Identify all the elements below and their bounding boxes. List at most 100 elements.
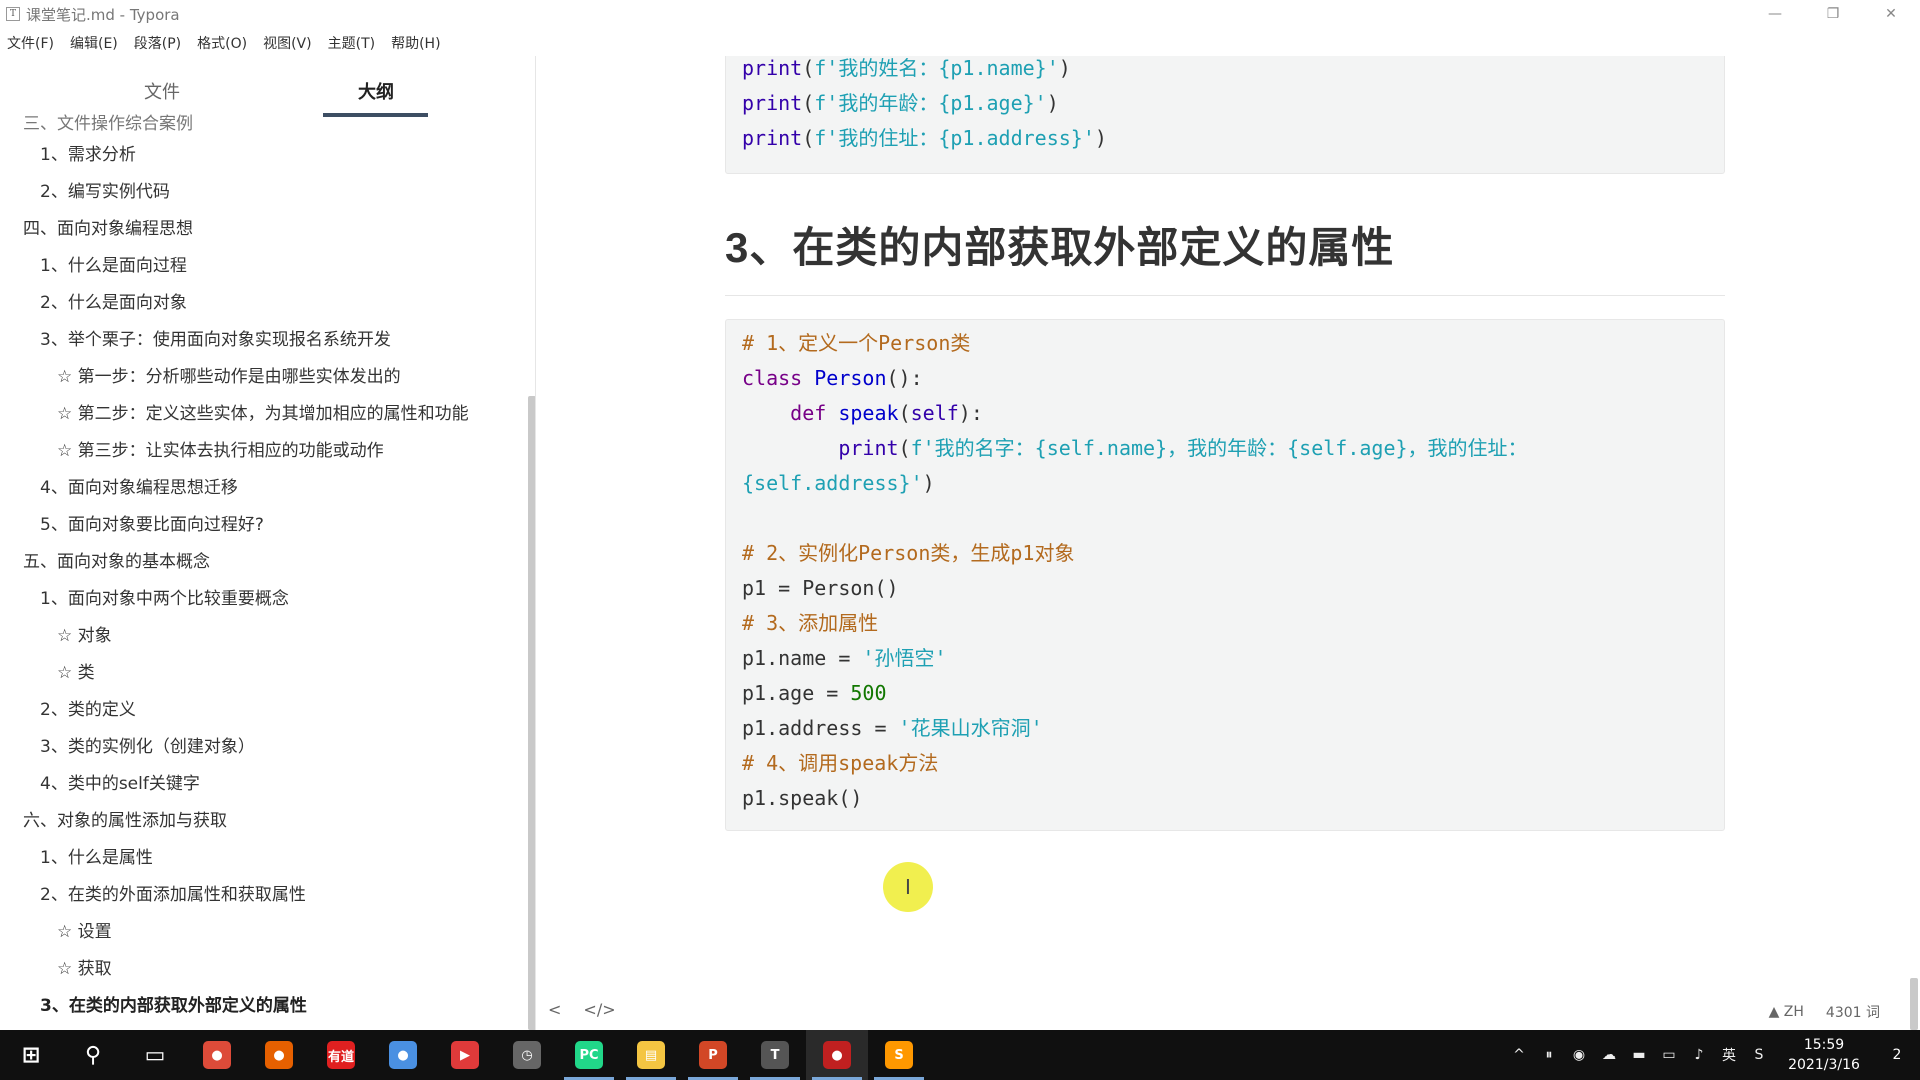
typora-app-icon: T	[6, 7, 20, 21]
outline-item[interactable]: ☆ 第三步：让实体去执行相应的功能或动作	[0, 430, 525, 467]
code-token: )	[1058, 56, 1071, 80]
code-token: f'我的住址：{p1.address}'	[814, 126, 1095, 150]
chrome-icon-glyph: ●	[203, 1041, 231, 1069]
word-count[interactable]: 4301 词	[1826, 1002, 1880, 1022]
outline-item[interactable]: 六、对象的属性添加与获取	[0, 800, 525, 837]
search-icon[interactable]: ⚲	[62, 1030, 124, 1080]
code-line: def speak(self):	[726, 396, 1724, 431]
tray-icon[interactable]: ☁	[1594, 1030, 1624, 1080]
video-app-icon[interactable]: ▶	[434, 1030, 496, 1080]
outline-item[interactable]: 四、面向对象编程思想	[0, 208, 525, 245]
outline-item[interactable]: ☆ 第一步：分析哪些动作是由哪些实体发出的	[0, 356, 525, 393]
code-line: p1 = Person()	[726, 571, 1724, 606]
tray-icon[interactable]: ^	[1504, 1030, 1534, 1080]
menu-help[interactable]: 帮助(H)	[391, 33, 440, 53]
editor-content[interactable]: print(f'我的姓名：{p1.name}') print(f'我的年龄：{p1…	[537, 56, 1920, 1030]
outline-item[interactable]: 2、编写实例代码	[0, 171, 525, 208]
outline-item[interactable]: ☆ 获取	[0, 948, 525, 985]
window-title: 课堂笔记.md - Typora	[26, 5, 180, 24]
source-mode-button[interactable]: </>	[583, 1000, 615, 1019]
menu-edit[interactable]: 编辑(E)	[70, 33, 118, 53]
code-block-print[interactable]: print(f'我的姓名：{p1.name}') print(f'我的年龄：{p1…	[725, 56, 1725, 174]
code-line: p1.speak()	[726, 781, 1724, 816]
browser-icon[interactable]: ●	[372, 1030, 434, 1080]
tray-icon[interactable]: S	[1744, 1030, 1774, 1080]
typora-icon[interactable]: T	[744, 1030, 806, 1080]
tray-icon[interactable]: ▬	[1624, 1030, 1654, 1080]
language-indicator[interactable]: ▲ ZH	[1769, 1004, 1804, 1020]
outline-item[interactable]: 2、类的定义	[0, 689, 525, 726]
code-line: class Person():	[726, 361, 1724, 396]
outline-item[interactable]: 五、面向对象的基本概念	[0, 541, 525, 578]
clock[interactable]: 15:59 2021/3/16	[1774, 1035, 1874, 1075]
pycharm-icon[interactable]: PC	[558, 1030, 620, 1080]
recorder-icon[interactable]: ●	[806, 1030, 868, 1080]
restore-button[interactable]: ❐	[1804, 0, 1862, 28]
outline-item[interactable]: 3、举个栗子：使用面向对象实现报名系统开发	[0, 319, 525, 356]
chrome-icon[interactable]: ●	[186, 1030, 248, 1080]
code-token: p1.address =	[742, 716, 899, 740]
outline-item[interactable]: 1、需求分析	[0, 134, 525, 171]
code-line: print(f'我的住址：{p1.address}')	[726, 121, 1724, 156]
outline-item[interactable]: ☆ 第二步：定义这些实体，为其增加相应的属性和功能	[0, 393, 525, 430]
tab-files[interactable]: 文件	[144, 78, 180, 104]
tray-icon[interactable]: ⏸	[1534, 1030, 1564, 1080]
tray-icon[interactable]: ◉	[1564, 1030, 1594, 1080]
outline-item[interactable]: ☆ 类	[0, 652, 525, 689]
recorder-icon-glyph: ●	[823, 1041, 851, 1069]
system-tray: ^ ⏸ ◉ ☁ ▬ ▭ ♪ 英 S 15:59 2021/3/16 2	[1504, 1030, 1920, 1080]
tab-outline[interactable]: 大纲	[358, 78, 394, 104]
outline-item[interactable]: 2、什么是面向对象	[0, 282, 525, 319]
outline-item[interactable]: 5、面向对象要比面向过程好?	[0, 504, 525, 541]
code-token: # 2、实例化Person类，生成p1对象	[742, 541, 1075, 565]
sidebar-tabs: 文件 大纲	[0, 56, 535, 120]
task-view-icon-glyph: ▭	[144, 1042, 166, 1068]
code-token: print	[742, 56, 803, 80]
toggle-sidebar-button[interactable]: <	[548, 1000, 561, 1019]
task-view-icon[interactable]: ▭	[124, 1030, 186, 1080]
code-token: (	[802, 56, 815, 80]
tray-icon[interactable]: 英	[1714, 1030, 1744, 1080]
start-button[interactable]: ⊞	[0, 1030, 62, 1080]
menu-bar: 文件(F) 编辑(E) 段落(P) 格式(O) 视图(V) 主题(T) 帮助(H…	[0, 30, 1920, 56]
outline-item[interactable]: 4、面向对象编程思想迁移	[0, 467, 525, 504]
outline-item[interactable]: 3、在类的内部获取外部定义的属性	[0, 985, 525, 1022]
outline-item[interactable]: 3、类的实例化（创建对象）	[0, 726, 525, 763]
sublime-icon[interactable]: S	[868, 1030, 930, 1080]
code-line: {self.address}')	[726, 466, 1724, 501]
content-scrollbar[interactable]	[1910, 978, 1918, 1030]
outline-item[interactable]: ☆ 对象	[0, 615, 525, 652]
code-token: )	[1094, 126, 1107, 150]
tray-icon[interactable]: ▭	[1654, 1030, 1684, 1080]
outline-item[interactable]: 1、什么是属性	[0, 837, 525, 874]
notification-icon[interactable]: 2	[1874, 1030, 1920, 1080]
outline-item[interactable]: ☆ 设置	[0, 911, 525, 948]
youdao-icon[interactable]: 有道	[310, 1030, 372, 1080]
firefox-icon[interactable]: ●	[248, 1030, 310, 1080]
close-button[interactable]: ✕	[1862, 0, 1920, 28]
minimize-button[interactable]: —	[1746, 0, 1804, 28]
outline-item[interactable]: 4、类中的self关键字	[0, 763, 525, 800]
tray-icon[interactable]: ♪	[1684, 1030, 1714, 1080]
notification-count: 2	[1892, 1047, 1902, 1063]
powerpoint-icon[interactable]: P	[682, 1030, 744, 1080]
outline-item[interactable]: 2、在类的外面添加属性和获取属性	[0, 874, 525, 911]
code-token: (	[898, 436, 911, 460]
menu-theme[interactable]: 主题(T)	[328, 33, 375, 53]
menu-paragraph[interactable]: 段落(P)	[134, 33, 181, 53]
outline-item[interactable]: 1、面向对象中两个比较重要概念	[0, 578, 525, 615]
outline-item[interactable]: 1、什么是面向过程	[0, 245, 525, 282]
menu-view[interactable]: 视图(V)	[263, 33, 312, 53]
menu-file[interactable]: 文件(F)	[7, 33, 54, 53]
sidebar-scrollbar[interactable]	[528, 396, 535, 1030]
outline-item-cut[interactable]: 三、文件操作综合案例	[0, 114, 525, 134]
youdao-icon-glyph: 有道	[327, 1041, 355, 1069]
code-token: '花果山水帘洞'	[898, 716, 1043, 740]
clock-app-icon[interactable]: ◷	[496, 1030, 558, 1080]
code-line: print(f'我的姓名：{p1.name}')	[726, 56, 1724, 86]
menu-format[interactable]: 格式(O)	[197, 33, 247, 53]
file-explorer-icon[interactable]: ▤	[620, 1030, 682, 1080]
code-block-person[interactable]: # 1、定义一个Person类 class Person(): def speak…	[725, 319, 1725, 831]
code-line: print(f'我的年龄：{p1.age}')	[726, 86, 1724, 121]
